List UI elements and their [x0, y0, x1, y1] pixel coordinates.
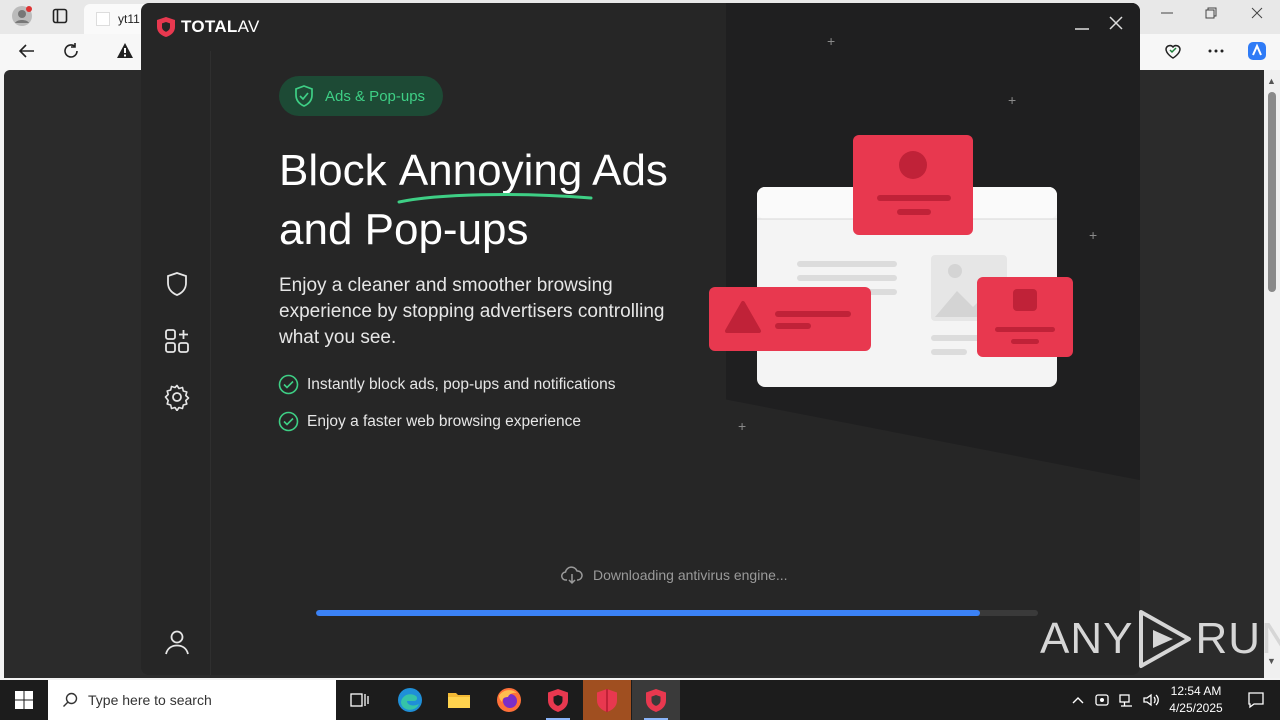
feature-chip: Ads & Pop-ups: [279, 76, 444, 116]
firefox-icon: [497, 688, 521, 712]
check-circle-icon: [278, 411, 299, 432]
sidebar-settings-gear-icon[interactable]: [163, 383, 191, 412]
watermark-right-text: RUN: [1195, 614, 1280, 663]
taskbar-firefox-button[interactable]: [485, 680, 533, 720]
folder-icon: [448, 693, 470, 708]
feature-bullet: Instantly block ads, pop-ups and notific…: [278, 374, 615, 395]
sidebar-protection-shield-icon[interactable]: [163, 270, 191, 298]
windows-taskbar: Type here to search 12:54 AM 4/25/2025: [0, 680, 1280, 720]
totalav-installer-icon: [597, 689, 617, 712]
decor-plus-icon: +: [738, 418, 747, 434]
search-icon: [63, 692, 78, 707]
warning-icon[interactable]: [116, 42, 134, 65]
taskbar-totalav-button[interactable]: [534, 680, 582, 720]
download-status-text: Downloading antivirus engine...: [593, 567, 788, 583]
windows-logo-icon: [15, 691, 33, 709]
clock-time: 12:54 AM: [1170, 684, 1222, 698]
watermark-left-text: ANY: [1040, 614, 1134, 663]
page-scrollbar[interactable]: ▲ ▼: [1264, 70, 1280, 678]
headline-emphasis: Annoying: [398, 146, 583, 195]
logo-text-bold: TOTAL: [181, 17, 238, 36]
back-icon[interactable]: [18, 42, 36, 65]
decor-plus-icon: +: [1089, 227, 1098, 243]
taskbar-explorer-button[interactable]: [435, 680, 483, 720]
logo-text-light: AV: [237, 17, 260, 36]
totalav-shield-icon: [548, 689, 568, 712]
headline-post: Ads: [582, 146, 668, 195]
anyrun-watermark: ANY RUN: [1040, 608, 1280, 670]
headline-line2: and Pop-ups: [279, 205, 529, 254]
totalav-shield-icon: [157, 17, 175, 37]
headline-pre: Block: [279, 146, 399, 195]
shield-check-icon: [295, 85, 313, 107]
chevron-up-icon[interactable]: [1070, 692, 1086, 708]
edge-icon: [398, 688, 422, 712]
totalav-window: TOTALAV Ads & Pop-ups Block Annoying Ads…: [141, 3, 1140, 675]
page-subtitle: Enjoy a cleaner and smoother browsing ex…: [279, 275, 665, 348]
browser-essentials-icon[interactable]: [1164, 42, 1182, 65]
clock-date: 4/25/2025: [1169, 701, 1223, 715]
tab-actions-icon[interactable]: [52, 8, 68, 29]
close-browser-icon[interactable]: [1250, 6, 1264, 25]
check-circle-icon: [278, 374, 299, 395]
play-triangle-icon: [1139, 610, 1192, 668]
download-progress-bar: [316, 610, 1038, 616]
feature-bullet: Enjoy a faster web browsing experience: [278, 411, 581, 432]
taskbar-clock[interactable]: 12:54 AM 4/25/2025: [1166, 683, 1226, 717]
taskbar-totalav-app-button[interactable]: [632, 680, 680, 720]
browser-tab-label: yt11: [118, 12, 140, 26]
close-app-icon[interactable]: [1108, 15, 1124, 35]
task-view-icon: [350, 693, 369, 707]
reload-icon[interactable]: [62, 42, 80, 65]
notifications-button[interactable]: [1232, 680, 1280, 720]
profile-icon[interactable]: [12, 6, 32, 31]
meet-now-icon[interactable]: [1094, 692, 1110, 708]
page-favicon-icon: [96, 12, 110, 26]
headline-underline-swoosh: [397, 193, 593, 204]
taskbar-search-box[interactable]: Type here to search: [48, 680, 336, 720]
app-header: TOTALAV: [141, 3, 1140, 51]
restore-browser-icon[interactable]: [1204, 6, 1218, 25]
feature-bullet-text: Instantly block ads, pop-ups and notific…: [307, 375, 616, 393]
network-icon[interactable]: [1118, 692, 1134, 708]
sidebar-apps-icon[interactable]: [163, 327, 191, 355]
volume-icon[interactable]: [1142, 692, 1160, 708]
decor-plus-icon: +: [827, 33, 836, 49]
app-sidebar: [141, 51, 211, 675]
notification-icon: [1248, 692, 1264, 709]
ads-popups-illustration: [709, 135, 1073, 387]
cloud-download-icon: [561, 566, 583, 585]
scrollbar-thumb[interactable]: [1268, 92, 1276, 292]
totalav-shield-icon: [646, 689, 666, 712]
sidebar-account-user-icon[interactable]: [163, 628, 191, 656]
taskbar-edge-button[interactable]: [386, 680, 434, 720]
minimize-browser-icon[interactable]: [1160, 6, 1174, 25]
minimize-app-icon[interactable]: [1074, 15, 1090, 35]
search-placeholder: Type here to search: [88, 692, 212, 708]
page-title: Block Annoying Ads and Pop-ups: [279, 141, 719, 259]
copilot-icon[interactable]: [1246, 40, 1268, 67]
taskbar-totalav-installer-button[interactable]: [583, 680, 631, 720]
system-tray: [1070, 680, 1160, 720]
scroll-up-arrow-icon[interactable]: ▲: [1267, 76, 1276, 86]
download-status: Downloading antivirus engine...: [561, 565, 788, 585]
decor-plus-icon: +: [1008, 92, 1017, 108]
start-button[interactable]: [0, 680, 48, 720]
download-progress-fill: [316, 610, 981, 616]
more-options-icon[interactable]: [1207, 42, 1225, 65]
task-view-button[interactable]: [336, 680, 384, 720]
feature-chip-label: Ads & Pop-ups: [325, 87, 426, 105]
feature-bullet-text: Enjoy a faster web browsing experience: [307, 412, 581, 430]
totalav-logo: TOTALAV: [157, 17, 260, 37]
